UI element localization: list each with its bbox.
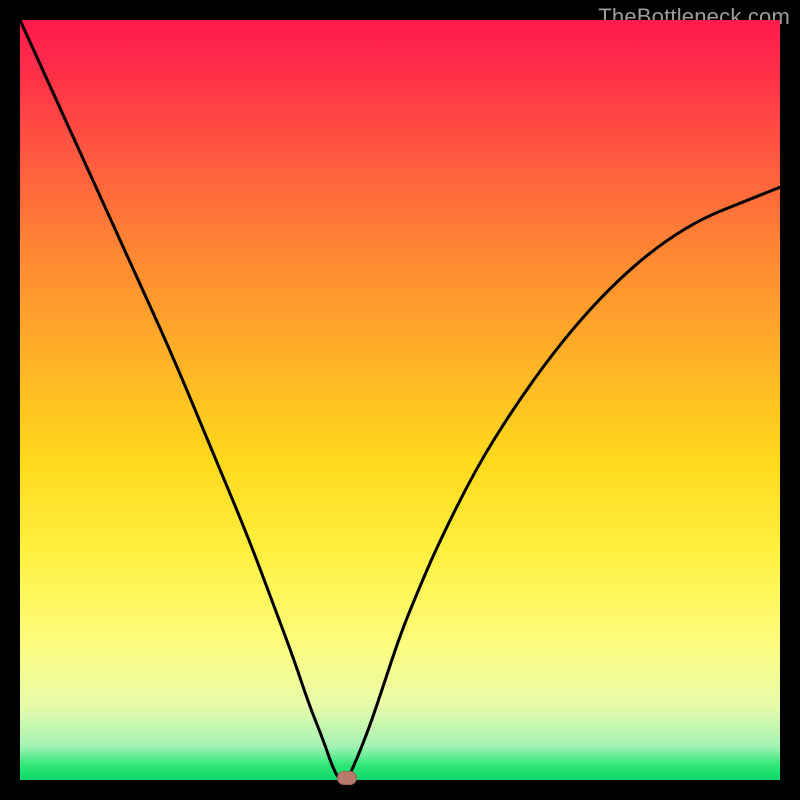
plot-area bbox=[20, 20, 780, 780]
bottleneck-curve bbox=[20, 20, 780, 780]
optimum-marker bbox=[337, 771, 357, 785]
chart-frame: TheBottleneck.com bbox=[0, 0, 800, 800]
